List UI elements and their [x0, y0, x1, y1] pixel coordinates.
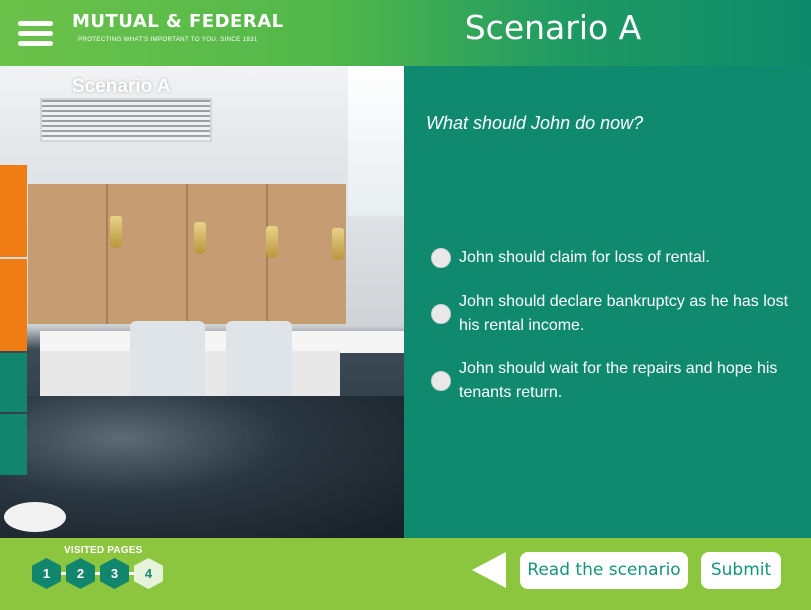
footer-bar: VISITED PAGES 1 2 3 4 Read the scenario … [0, 538, 811, 610]
brand-logo: MUTUAL & FEDERAL PROTECTING WHAT'S IMPOR… [72, 11, 284, 53]
image-caption: Scenario A [72, 76, 171, 97]
kitchen-cabinets [28, 184, 346, 324]
pendant-lamp [110, 216, 122, 248]
page-hex-1[interactable]: 1 [32, 558, 61, 589]
floating-bowl [4, 502, 66, 532]
page-hex-4[interactable]: 4 [134, 558, 163, 589]
pendant-lamp [332, 228, 344, 260]
page-number: 1 [42, 566, 51, 581]
brand-name: MUTUAL & FEDERAL [72, 11, 284, 32]
page-number: 2 [76, 566, 85, 581]
bar-chair [130, 321, 205, 401]
bar-chair [226, 321, 292, 401]
answer-option[interactable]: John should claim for loss of rental. [431, 246, 791, 270]
app-header: MUTUAL & FEDERAL PROTECTING WHAT'S IMPOR… [0, 0, 811, 66]
scenario-image [0, 66, 404, 538]
hamburger-menu-icon[interactable] [18, 21, 53, 47]
answer-option[interactable]: John should declare bankruptcy as he has… [431, 290, 791, 338]
question-prompt: What should John do now? [426, 113, 644, 133]
back-arrow-icon[interactable] [472, 552, 508, 588]
page-hex-3[interactable]: 3 [100, 558, 129, 589]
page-number: 3 [110, 566, 119, 581]
radio-button[interactable] [431, 248, 451, 268]
page-title: Scenario A [464, 8, 642, 47]
radio-button[interactable] [431, 371, 451, 391]
air-vent [40, 98, 212, 142]
brand-tagline: PROTECTING WHAT'S IMPORTANT TO YOU. SINC… [78, 36, 258, 43]
side-tab[interactable] [0, 259, 27, 351]
pendant-lamp [266, 226, 278, 258]
side-tab[interactable] [0, 353, 27, 412]
progress-line [46, 572, 146, 575]
page-number: 4 [144, 566, 153, 581]
answer-label: John should claim for loss of rental. [459, 249, 710, 266]
visited-pages-label: VISITED PAGES [64, 545, 143, 556]
window [348, 66, 404, 216]
page-progress: 1 2 3 4 [32, 558, 163, 590]
submit-button[interactable]: Submit [701, 552, 781, 589]
pendant-lamp [194, 222, 206, 254]
side-tab[interactable] [0, 165, 27, 257]
read-scenario-button[interactable]: Read the scenario [520, 552, 688, 589]
kitchen-counter [40, 331, 404, 353]
question-panel: What should John do now? John should cla… [404, 66, 811, 538]
radio-button[interactable] [431, 304, 451, 324]
side-tab[interactable] [0, 414, 27, 475]
answer-label: John should wait for the repairs and hop… [459, 360, 778, 401]
page-hex-2[interactable]: 2 [66, 558, 95, 589]
answer-option[interactable]: John should wait for the repairs and hop… [431, 357, 791, 405]
answer-label: John should declare bankruptcy as he has… [459, 293, 789, 334]
